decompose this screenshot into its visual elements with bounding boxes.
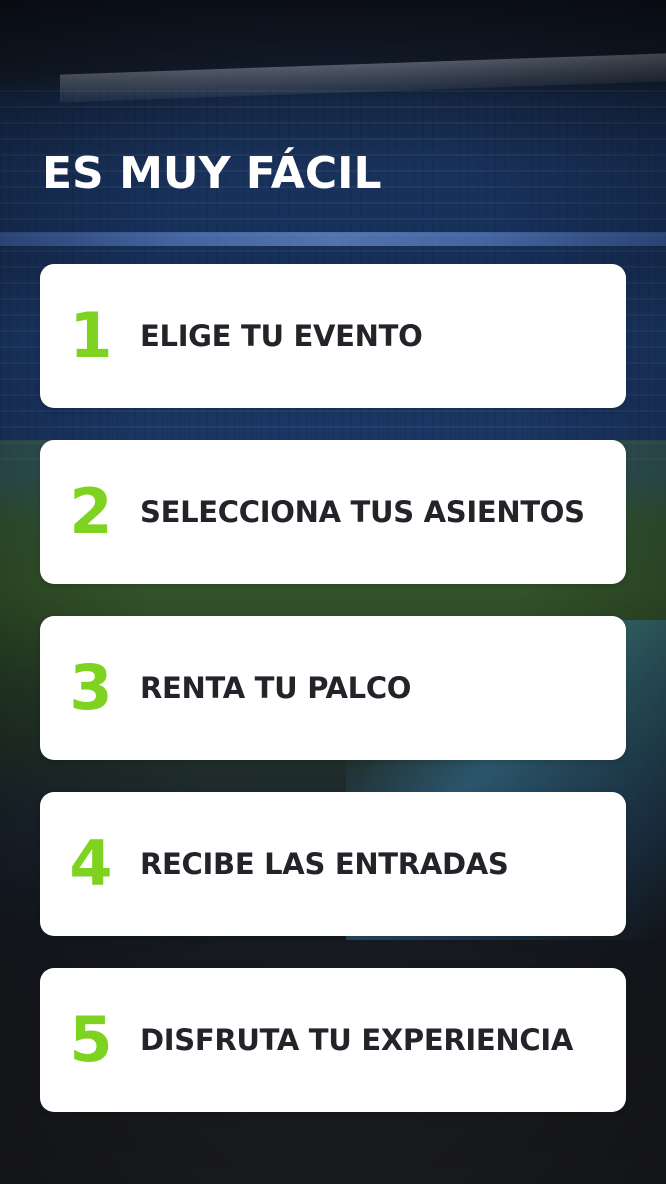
step-card-4[interactable]: 4 RECIBE LAS ENTRADAS	[40, 792, 626, 936]
step-number: 2	[69, 475, 113, 548]
step-number: 3	[69, 651, 113, 724]
step-card-3[interactable]: 3 RENTA TU PALCO	[40, 616, 626, 760]
step-label: RENTA TU PALCO	[140, 671, 412, 705]
how-it-works-screen: ES MUY FÁCIL 1 ELIGE TU EVENTO 2 SELECCI…	[0, 0, 666, 1184]
step-number: 1	[69, 299, 113, 372]
step-label: DISFRUTA TU EXPERIENCIA	[140, 1023, 573, 1057]
page-title: ES MUY FÁCIL	[42, 148, 382, 199]
step-card-5[interactable]: 5 DISFRUTA TU EXPERIENCIA	[40, 968, 626, 1112]
step-label: SELECCIONA TUS ASIENTOS	[140, 495, 585, 529]
content-layer: ES MUY FÁCIL 1 ELIGE TU EVENTO 2 SELECCI…	[0, 0, 666, 1184]
step-number: 5	[69, 1003, 113, 1076]
step-label: RECIBE LAS ENTRADAS	[140, 847, 509, 881]
step-card-2[interactable]: 2 SELECCIONA TUS ASIENTOS	[40, 440, 626, 584]
step-number: 4	[69, 827, 113, 900]
steps-list: 1 ELIGE TU EVENTO 2 SELECCIONA TUS ASIEN…	[40, 264, 626, 1144]
step-card-1[interactable]: 1 ELIGE TU EVENTO	[40, 264, 626, 408]
step-label: ELIGE TU EVENTO	[140, 319, 423, 353]
